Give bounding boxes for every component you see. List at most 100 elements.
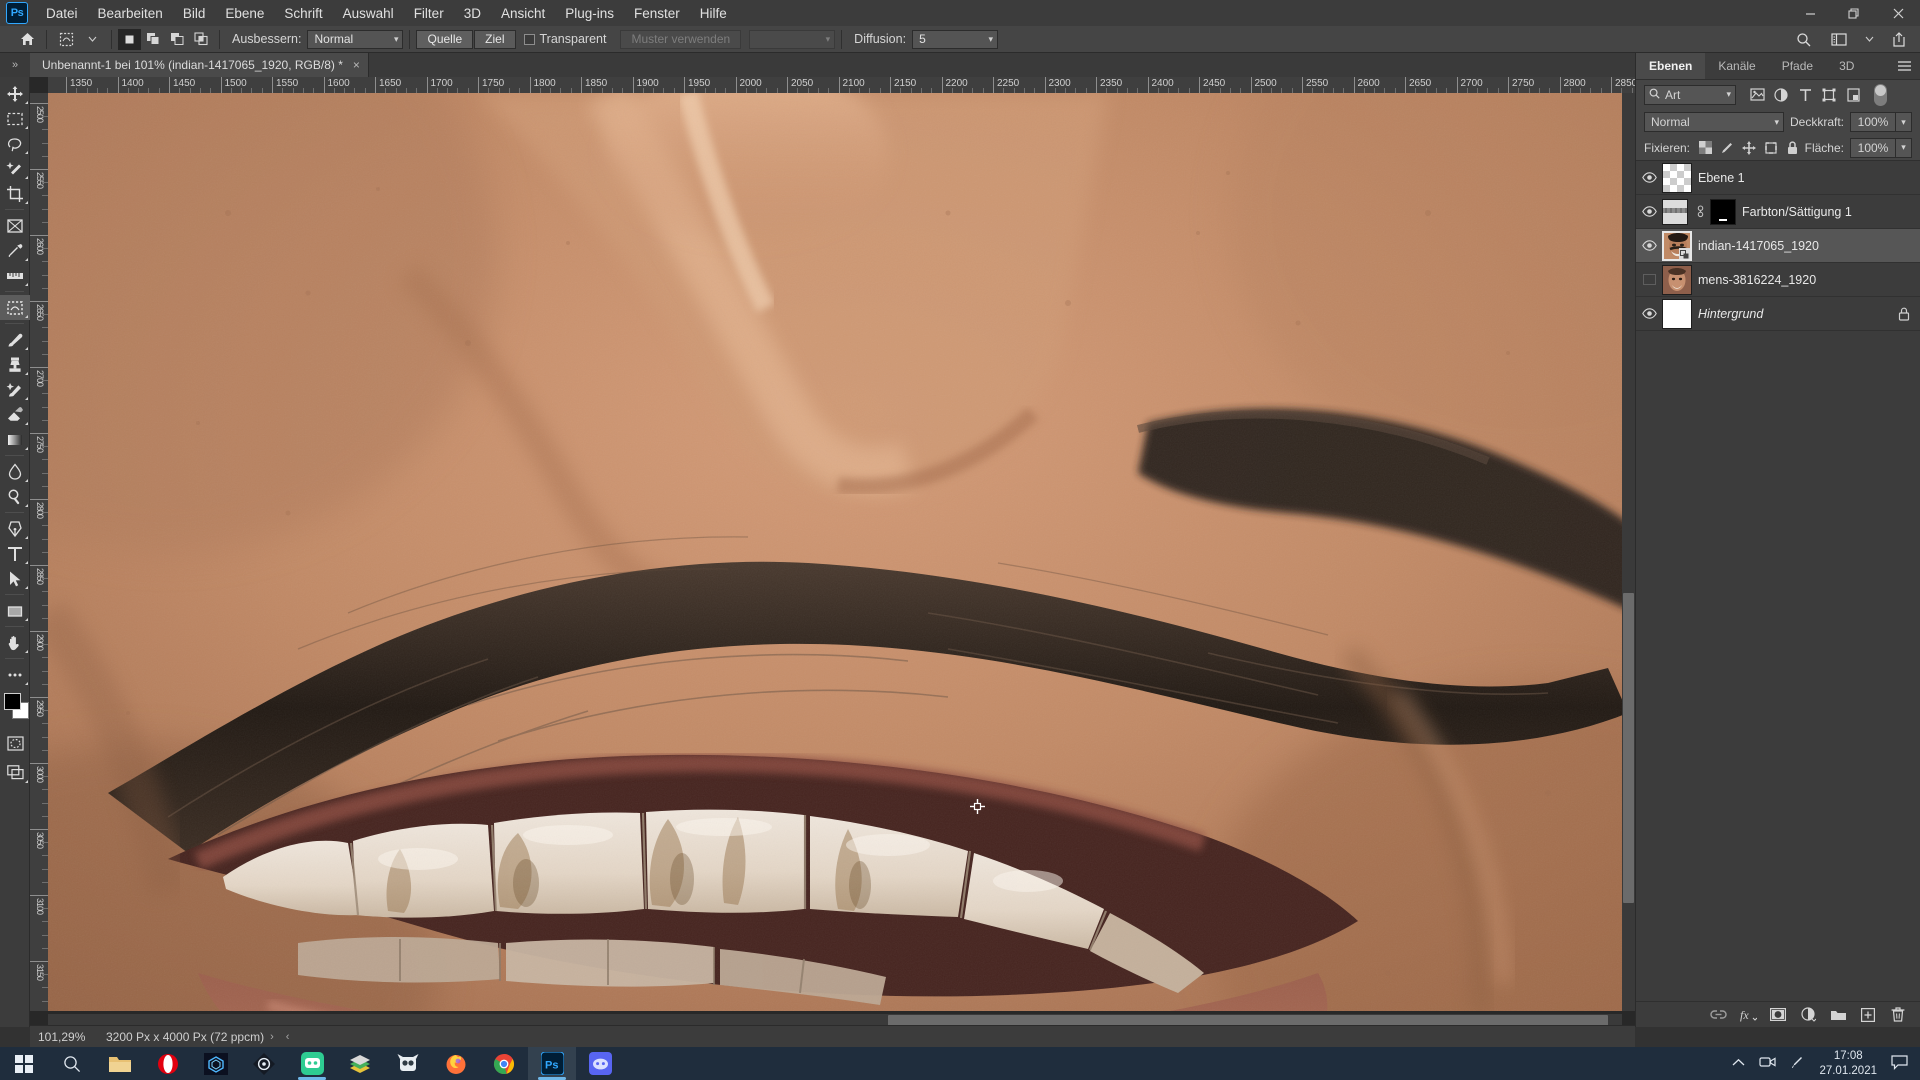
- lock-all-icon[interactable]: [1783, 138, 1802, 158]
- menu-item-filter[interactable]: Filter: [404, 2, 454, 25]
- document-tab[interactable]: Unbenannt-1 bei 101% (indian-1417065_192…: [30, 53, 369, 77]
- edit-toolbar-more-icon[interactable]: [0, 662, 30, 687]
- layer-name[interactable]: indian-1417065_1920: [1698, 239, 1819, 253]
- mask-link-icon[interactable]: [1694, 205, 1706, 218]
- messenger-icon[interactable]: [288, 1047, 336, 1080]
- menu-item-datei[interactable]: Datei: [36, 2, 88, 25]
- double-chevron-right-icon[interactable]: »: [0, 53, 30, 77]
- books-icon[interactable]: [336, 1047, 384, 1080]
- lasso-tool[interactable]: [0, 131, 30, 156]
- layer-name[interactable]: Farbton/Sättigung 1: [1742, 205, 1852, 219]
- layer-thumbnail[interactable]: [1662, 298, 1692, 329]
- chrome-icon[interactable]: [480, 1047, 528, 1080]
- compass-icon[interactable]: [240, 1047, 288, 1080]
- link-layers-icon[interactable]: [1709, 1006, 1727, 1024]
- start-button[interactable]: [0, 1047, 48, 1080]
- workspace-icon[interactable]: [1826, 29, 1852, 50]
- status-expand-icon[interactable]: ›: [264, 1031, 280, 1043]
- menu-item-fenster[interactable]: Fenster: [624, 2, 690, 25]
- quick-mask-icon[interactable]: [0, 731, 30, 756]
- zoom-level[interactable]: 101,29%: [30, 1030, 92, 1044]
- lock-artboard-nesting-icon[interactable]: [1761, 138, 1780, 158]
- panel-tab-pfade[interactable]: Pfade: [1769, 53, 1826, 79]
- layer-thumbnail[interactable]: [1662, 230, 1692, 261]
- firefox-icon[interactable]: [432, 1047, 480, 1080]
- file-explorer-icon[interactable]: [96, 1047, 144, 1080]
- dodge-tool[interactable]: [0, 484, 30, 509]
- move-tool[interactable]: [0, 81, 30, 106]
- type-tool[interactable]: [0, 541, 30, 566]
- shape-layer-filter-icon[interactable]: [1818, 85, 1840, 105]
- new-adjustment-layer-icon[interactable]: [1799, 1006, 1817, 1024]
- patch-tool[interactable]: [0, 295, 30, 320]
- pen-icon[interactable]: [1790, 1055, 1805, 1073]
- hand-tool[interactable]: [0, 630, 30, 655]
- menu-item-hilfe[interactable]: Hilfe: [690, 2, 737, 25]
- search-icon[interactable]: [48, 1047, 96, 1080]
- lock-transparent-pixels-icon[interactable]: [1696, 138, 1715, 158]
- eraser-tool[interactable]: [0, 402, 30, 427]
- new-group-icon[interactable]: [1829, 1006, 1847, 1024]
- photoshop-icon[interactable]: Ps: [528, 1047, 576, 1080]
- screen-mode-icon[interactable]: [0, 760, 30, 785]
- layer-row[interactable]: Farbton/Sättigung 1: [1636, 195, 1920, 229]
- layer-visibility-toggle[interactable]: [1636, 161, 1662, 195]
- subtract-from-selection-button[interactable]: [166, 29, 189, 50]
- layer-visibility-toggle[interactable]: [1636, 297, 1662, 331]
- layer-style-fx-icon[interactable]: fx: [1739, 1006, 1757, 1024]
- fill-stepper-chevron-down-icon[interactable]: ▾: [1896, 137, 1912, 158]
- frame-tool[interactable]: [0, 213, 30, 238]
- pen-tool[interactable]: [0, 516, 30, 541]
- layer-name[interactable]: Hintergrund: [1698, 307, 1763, 321]
- layer-visibility-toggle[interactable]: [1636, 229, 1662, 263]
- menu-item-bearbeiten[interactable]: Bearbeiten: [88, 2, 173, 25]
- menu-item-ebene[interactable]: Ebene: [215, 2, 274, 25]
- unity-icon[interactable]: [192, 1047, 240, 1080]
- menu-item-bild[interactable]: Bild: [173, 2, 216, 25]
- chevron-down-icon[interactable]: [1862, 29, 1876, 50]
- diffusion-select[interactable]: 5 ▾: [912, 29, 999, 49]
- filter-enable-toggle[interactable]: [1874, 83, 1887, 106]
- share-icon[interactable]: [1886, 29, 1912, 50]
- notification-icon[interactable]: [1891, 1054, 1908, 1073]
- intersect-selection-button[interactable]: [190, 29, 213, 50]
- blend-mode-select[interactable]: Normal ▾: [1644, 112, 1784, 132]
- layer-thumbnail[interactable]: [1662, 264, 1692, 295]
- menu-item-plug-ins[interactable]: Plug-ins: [555, 2, 624, 25]
- lock-image-pixels-icon[interactable]: [1718, 138, 1737, 158]
- opacity-value[interactable]: 100%: [1850, 112, 1896, 132]
- canvas-vertical-scrollbar[interactable]: [1622, 93, 1635, 1011]
- menu-item-ansicht[interactable]: Ansicht: [491, 2, 555, 25]
- add-to-selection-button[interactable]: [142, 29, 165, 50]
- camera-icon[interactable]: [1759, 1055, 1777, 1072]
- owl-app-icon[interactable]: [384, 1047, 432, 1080]
- layer-row[interactable]: Ebene 1: [1636, 161, 1920, 195]
- close-button[interactable]: [1876, 0, 1920, 26]
- clock[interactable]: 17:08 27.01.2021: [1819, 1049, 1877, 1078]
- lock-position-icon[interactable]: [1739, 138, 1758, 158]
- minimize-button[interactable]: [1788, 0, 1832, 26]
- rectangle-tool[interactable]: [0, 598, 30, 623]
- image-canvas[interactable]: [48, 93, 1635, 1011]
- fill-value[interactable]: 100%: [1850, 137, 1896, 158]
- blur-tool[interactable]: [0, 459, 30, 484]
- patch-mode-select[interactable]: Normal ▾: [307, 29, 404, 49]
- layer-visibility-toggle[interactable]: [1636, 195, 1662, 229]
- clone-stamp-tool[interactable]: [0, 352, 30, 377]
- layer-row[interactable]: indian-1417065_1920: [1636, 229, 1920, 263]
- layer-name[interactable]: mens-3816224_1920: [1698, 273, 1816, 287]
- new-layer-icon[interactable]: [1859, 1006, 1877, 1024]
- path-selection-tool[interactable]: [0, 566, 30, 591]
- new-selection-button[interactable]: [118, 28, 141, 50]
- patch-destination-button[interactable]: Ziel: [474, 29, 516, 49]
- panel-tab-kan-le[interactable]: Kanäle: [1705, 53, 1768, 79]
- scrollbar-thumb[interactable]: [1623, 593, 1634, 903]
- discord-icon[interactable]: [576, 1047, 624, 1080]
- layer-name[interactable]: Ebene 1: [1698, 171, 1745, 185]
- object-selection-tool[interactable]: [0, 156, 30, 181]
- rectangular-marquee-tool[interactable]: [0, 106, 30, 131]
- panel-tab-ebenen[interactable]: Ebenen: [1636, 53, 1706, 79]
- opacity-stepper-chevron-down-icon[interactable]: ▾: [1896, 112, 1912, 132]
- search-icon[interactable]: [1790, 29, 1816, 50]
- tool-preset-chevron-down-icon[interactable]: [79, 29, 105, 50]
